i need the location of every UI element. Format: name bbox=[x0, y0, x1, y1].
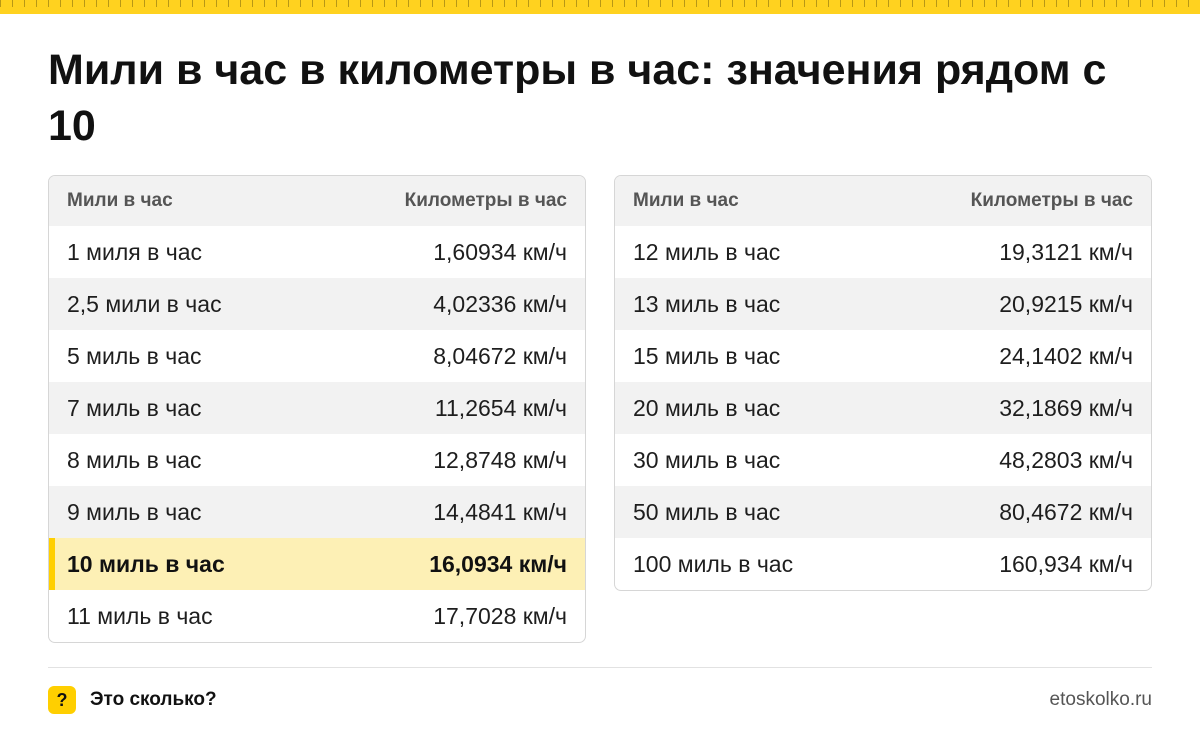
cell-mph: 30 миль в час bbox=[633, 446, 781, 473]
table-row: 2,5 мили в час 4,02336 км/ч bbox=[49, 278, 585, 330]
cell-mph: 12 миль в час bbox=[633, 238, 781, 265]
ruler-stripe bbox=[0, 0, 1200, 14]
header-mph: Мили в час bbox=[633, 190, 739, 211]
site-link[interactable]: etoskolko.ru bbox=[1050, 689, 1152, 711]
table-row: 8 миль в час 12,8748 км/ч bbox=[49, 434, 585, 486]
cell-kmh: 11,2654 км/ч bbox=[434, 394, 567, 421]
table-row: 5 миль в час 8,04672 км/ч bbox=[49, 330, 585, 382]
table-row: 1 миля в час 1,60934 км/ч bbox=[49, 226, 585, 278]
cell-mph: 50 миль в час bbox=[633, 498, 781, 525]
cell-mph: 100 миль в час bbox=[633, 550, 794, 577]
cell-mph: 20 миль в час bbox=[633, 394, 781, 421]
header-mph: Мили в час bbox=[67, 190, 173, 211]
cell-kmh: 80,4672 км/ч bbox=[999, 498, 1133, 525]
cell-kmh: 12,8748 км/ч bbox=[433, 446, 567, 473]
footer-divider bbox=[48, 667, 1152, 668]
cell-mph: 11 миль в час bbox=[67, 602, 213, 629]
question-mark-icon: ? bbox=[48, 686, 76, 714]
table-row: 20 миль в час 32,1869 км/ч bbox=[615, 382, 1151, 434]
header-kmh: Километры в час bbox=[970, 190, 1133, 211]
conversion-table-right: Мили в час Километры в час 12 миль в час… bbox=[614, 175, 1152, 591]
cell-kmh: 16,0934 км/ч bbox=[429, 550, 567, 577]
cell-mph: 15 миль в час bbox=[633, 342, 781, 369]
table-header: Мили в час Километры в час bbox=[615, 176, 1151, 226]
table-row: 15 миль в час 24,1402 км/ч bbox=[615, 330, 1151, 382]
table-row: 11 миль в час 17,7028 км/ч bbox=[49, 590, 585, 642]
table-row-highlighted: 10 миль в час 16,0934 км/ч bbox=[49, 538, 585, 590]
table-header: Мили в час Километры в час bbox=[49, 176, 585, 226]
cell-mph: 10 миль в час bbox=[67, 550, 225, 577]
cell-mph: 2,5 мили в час bbox=[67, 290, 222, 317]
cell-kmh: 4,02336 км/ч bbox=[433, 290, 567, 317]
cell-kmh: 1,60934 км/ч bbox=[433, 238, 567, 265]
table-row: 50 миль в час 80,4672 км/ч bbox=[615, 486, 1151, 538]
cell-mph: 7 миль в час bbox=[67, 394, 202, 421]
table-row: 100 миль в час 160,934 км/ч bbox=[615, 538, 1151, 590]
cell-kmh: 14,4841 км/ч bbox=[433, 498, 567, 525]
cell-kmh: 48,2803 км/ч bbox=[999, 446, 1133, 473]
conversion-table-left: Мили в час Километры в час 1 миля в час … bbox=[48, 175, 586, 643]
cell-kmh: 32,1869 км/ч bbox=[999, 394, 1133, 421]
cell-kmh: 8,04672 км/ч bbox=[433, 342, 567, 369]
cell-kmh: 17,7028 км/ч bbox=[433, 602, 567, 629]
cell-mph: 8 миль в час bbox=[67, 446, 202, 473]
page-title: Мили в час в километры в час: значения р… bbox=[48, 46, 1107, 150]
table-row: 7 миль в час 11,2654 км/ч bbox=[49, 382, 585, 434]
cell-mph: 13 миль в час bbox=[633, 290, 781, 317]
table-row: 13 миль в час 20,9215 км/ч bbox=[615, 278, 1151, 330]
table-row: 9 миль в час 14,4841 км/ч bbox=[49, 486, 585, 538]
cell-kmh: 24,1402 км/ч bbox=[999, 342, 1133, 369]
brand[interactable]: ? Это сколько? bbox=[48, 686, 217, 714]
table-row: 30 миль в час 48,2803 км/ч bbox=[615, 434, 1151, 486]
table-row: 12 миль в час 19,3121 км/ч bbox=[615, 226, 1151, 278]
cell-kmh: 20,9215 км/ч bbox=[999, 290, 1133, 317]
cell-kmh: 160,934 км/ч bbox=[999, 550, 1133, 577]
cell-mph: 5 миль в час bbox=[67, 342, 202, 369]
header-kmh: Километры в час bbox=[404, 190, 567, 211]
cell-mph: 9 миль в час bbox=[67, 498, 202, 525]
cell-kmh: 19,3121 км/ч bbox=[999, 238, 1133, 265]
brand-name: Это сколько? bbox=[90, 689, 217, 710]
cell-mph: 1 миля в час bbox=[67, 238, 202, 265]
